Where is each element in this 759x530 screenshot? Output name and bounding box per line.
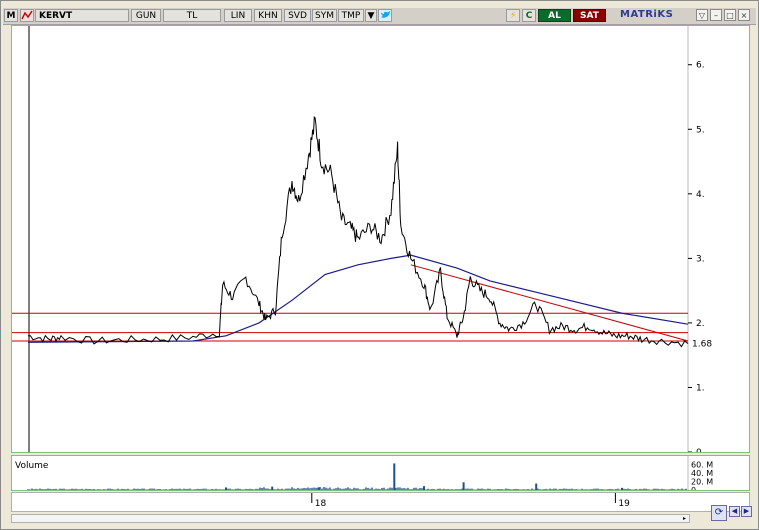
sync-icon[interactable]: ⟳ [711,505,727,521]
time-axis-chart: 18 19 [311,493,630,509]
price-chart[interactable]: 6. 5. 4. 3. 2. 1. 0 1.68 [12,26,749,458]
sym-button[interactable]: SYM [312,9,337,22]
nav-left-icon[interactable]: ◀ [729,506,740,517]
y-tick-label: 1. [696,383,705,393]
khn-button[interactable]: KHN [254,9,282,22]
sell-button[interactable]: SAT [573,9,606,22]
volume-title: Volume [15,461,49,471]
horizontal-scrollbar[interactable]: ▸ [11,514,690,523]
lin-button[interactable]: LIN [224,9,252,22]
x-tick-label: 18 [315,499,327,509]
tmp-button[interactable]: TMP [338,9,364,22]
y-tick-label: 4. [696,190,705,200]
candle-chart-icon [21,10,33,20]
current-price-label: 1.68 [692,340,712,350]
y-tick-label: 6. [696,61,705,71]
twitter-icon[interactable] [378,9,392,22]
close-icon[interactable]: × [738,9,750,21]
price-line [27,115,689,348]
y-tick-label: 0 [696,448,702,452]
buy-button[interactable]: AL [538,9,571,22]
scroll-right-icon[interactable]: ▸ [680,515,689,522]
nav-right-icon[interactable]: ▶ [741,506,752,517]
lightning-icon[interactable]: ⚡ [506,9,520,22]
volume-chart[interactable]: Volume60. M40. M20. M0 [12,456,749,495]
toolbar: M KERVT GUN TL LIN KHN SVD SYM TMP ▼ ⚡ C… [3,8,756,25]
time-axis: 18 19 [11,492,750,512]
y-tick-label: 2. [696,319,705,329]
trend-line [410,264,689,342]
currency-button[interactable]: TL [163,9,221,22]
refresh-icon[interactable]: C [522,9,536,22]
collapse-icon[interactable]: ▽ [696,9,708,21]
menu-m-button[interactable]: M [4,9,18,22]
volume-tick-label: 0 [691,486,696,490]
y-tick-label: 5. [696,125,705,135]
svd-button[interactable]: SVD [284,9,311,22]
volume-panel[interactable]: Volume60. M40. M20. M0 [11,455,750,495]
symbol-field[interactable]: KERVT [35,9,129,22]
symbol-chart-icon[interactable] [20,9,34,22]
y-tick-label: 3. [696,254,705,264]
chart-window: M KERVT GUN TL LIN KHN SVD SYM TMP ▼ ⚡ C… [0,0,759,530]
minimize-icon[interactable]: – [710,9,722,21]
bird-icon [380,11,390,18]
dropdown-arrow-icon[interactable]: ▼ [365,9,377,22]
period-button[interactable]: GUN [131,9,161,22]
maximize-icon[interactable]: □ [724,9,736,21]
x-tick-label: 19 [618,499,630,509]
brand-logo: MATRiKS [620,9,674,20]
price-chart-panel[interactable]: 6. 5. 4. 3. 2. 1. 0 1.68 [11,25,750,458]
